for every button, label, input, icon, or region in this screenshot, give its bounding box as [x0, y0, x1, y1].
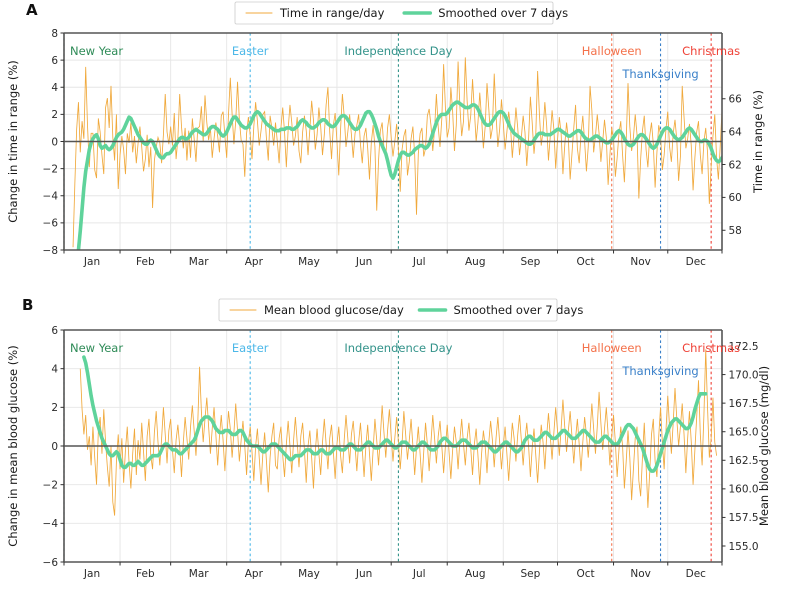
right-tick-label: 64: [729, 126, 743, 138]
right-tick-label: 165.0: [729, 427, 759, 439]
holiday-label-independence-day: Independence Day: [344, 341, 452, 355]
x-tick-label-jun: Jun: [355, 256, 372, 268]
x-tick-label-aug: Aug: [465, 568, 486, 580]
left-tick-label: 6: [51, 55, 58, 67]
x-tick-label-aug: Aug: [465, 256, 486, 268]
left-tick-label: 2: [51, 109, 58, 121]
right-tick-label: 167.5: [729, 398, 759, 410]
panel-a-letter: A: [26, 1, 38, 19]
x-tick-label-jan: Jan: [83, 256, 100, 268]
left-tick-label: 0: [51, 441, 58, 453]
left-tick-label: 0: [51, 136, 58, 148]
left-tick-label: 6: [51, 325, 58, 337]
holiday-label-easter: Easter: [232, 44, 269, 58]
x-tick-label-jul: Jul: [412, 568, 426, 580]
left-tick-label: 4: [51, 82, 58, 94]
holiday-label-halloween: Halloween: [582, 44, 642, 58]
holiday-label-new-year: New Year: [70, 44, 123, 58]
right-tick-label: 62: [729, 159, 742, 171]
left-axis-title: Change in time in range (%): [6, 60, 20, 223]
holiday-label-christmas: Christmas: [682, 341, 740, 355]
legend-label-daily: Mean blood glucose/day: [264, 303, 404, 317]
holiday-label-christmas: Christmas: [682, 44, 740, 58]
right-tick-label: 66: [729, 94, 743, 106]
x-tick-label-apr: Apr: [245, 568, 264, 580]
left-tick-label: −6: [43, 557, 59, 569]
x-tick-label-dec: Dec: [686, 256, 707, 268]
x-tick-label-oct: Oct: [576, 256, 594, 268]
x-tick-label-jul: Jul: [412, 256, 426, 268]
x-tick-label-feb: Feb: [136, 256, 155, 268]
right-tick-label: 170.0: [729, 369, 759, 381]
left-tick-label: 2: [51, 402, 58, 414]
right-tick-label: 155.0: [729, 541, 759, 553]
holiday-label-halloween: Halloween: [582, 341, 642, 355]
x-tick-label-nov: Nov: [630, 256, 651, 268]
right-axis-title: Mean blood glucose (mg/dl): [757, 366, 771, 526]
right-tick-label: 60: [729, 192, 742, 204]
x-tick-label-nov: Nov: [630, 568, 651, 580]
x-tick-label-oct: Oct: [576, 568, 594, 580]
x-tick-label-feb: Feb: [136, 568, 155, 580]
left-axis-title: Change in mean blood glucose (%): [6, 345, 20, 546]
legend-label-daily: Time in range/day: [279, 6, 385, 20]
x-tick-label-apr: Apr: [245, 256, 264, 268]
panel-b: −6 −4 −2 0 2 4 6 155.0 157.5 160.0 162.5 165.0 167.5…: [6, 298, 771, 580]
holiday-label-thanksgiving: Thanksgiving: [621, 67, 698, 81]
right-axis-title: Time in range (%): [751, 90, 765, 194]
holiday-label-easter: Easter: [232, 341, 269, 355]
x-tick-label-sep: Sep: [520, 568, 540, 580]
figure-container: A B −8 −6 −4 −2 0 2 4 6 8 58 60 62 64 66 Jan Feb Mar Apr M…: [0, 0, 785, 591]
left-tick-label: −8: [43, 245, 58, 257]
legend-label-smoothed: Smoothed over 7 days: [438, 6, 568, 20]
left-tick-label: −4: [43, 191, 59, 203]
x-tick-label-jun: Jun: [355, 568, 372, 580]
panel-b-letter: B: [22, 296, 34, 314]
left-tick-label: −2: [43, 163, 58, 175]
x-tick-label-sep: Sep: [520, 256, 540, 268]
x-tick-label-jan: Jan: [83, 568, 100, 580]
holiday-label-thanksgiving: Thanksgiving: [621, 364, 698, 378]
left-tick-label: −6: [43, 218, 59, 230]
x-tick-label-mar: Mar: [189, 568, 209, 580]
right-tick-label: 157.5: [729, 512, 759, 524]
left-tick-label: −4: [43, 518, 59, 530]
right-tick-label: 58: [729, 225, 742, 237]
chart-svg: −8−6−4−2024685860626466Jan Feb Mar Apr May Ju…: [6, 1, 771, 580]
legend-label-smoothed: Smoothed over 7 days: [454, 303, 584, 317]
x-tick-label-mar: Mar: [189, 256, 209, 268]
holiday-label-new-year: New Year: [70, 341, 123, 355]
x-tick-label-may: May: [298, 256, 320, 268]
left-tick-label: 4: [51, 363, 58, 375]
left-tick-label: 8: [51, 28, 58, 40]
panel-a: −8 −6 −4 −2 0 2 4 6 8 58 60 62 64 66 Jan Feb Mar Apr May Ju…: [6, 1, 765, 268]
x-tick-label-dec: Dec: [686, 568, 707, 580]
right-tick-label: 160.0: [729, 484, 759, 496]
right-tick-label: 162.5: [729, 455, 759, 467]
left-tick-label: −2: [43, 479, 58, 491]
x-tick-label-may: May: [298, 568, 320, 580]
holiday-label-independence-day: Independence Day: [344, 44, 452, 58]
